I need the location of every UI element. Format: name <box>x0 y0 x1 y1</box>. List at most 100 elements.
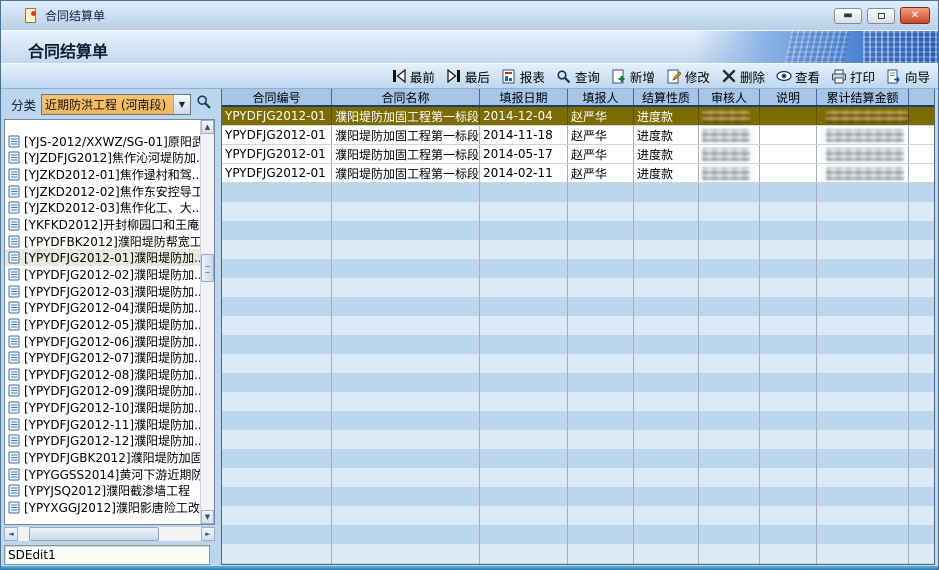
column-header[interactable]: 说明 <box>760 89 817 105</box>
empty-cell <box>909 297 934 316</box>
sidebar-item[interactable]: [YPYDFJG2012-11]濮阳堤防加.. <box>5 416 200 433</box>
empty-cell <box>634 297 699 316</box>
empty-cell <box>699 221 760 240</box>
sidebar-item[interactable]: [YPYDFJGBK2012]濮阳堤防加固. <box>5 449 200 466</box>
sidebar-item[interactable]: [YJZDFJG2012]焦作沁河堤防加.. <box>5 150 200 167</box>
scroll-down-icon[interactable]: ▼ <box>201 510 214 524</box>
toolbar-button-delete[interactable]: 删除 <box>721 67 765 86</box>
toolbar-button-query[interactable]: 查询 <box>556 67 600 86</box>
sidebar-item[interactable]: [YPYDFJG2012-10]濮阳堤防加.. <box>5 399 200 416</box>
empty-cell <box>568 468 634 487</box>
toolbar-button-last[interactable]: 最后 <box>446 67 490 86</box>
empty-table-row <box>222 392 934 411</box>
table-row[interactable]: YPYDFJG2012-01濮阳堤防加固工程第一标段2014-05-17赵严华进… <box>222 145 934 164</box>
empty-cell <box>699 487 760 506</box>
sidebar-item[interactable]: [YPYDFBK2012]濮阳堤防帮宽工程 <box>5 233 200 250</box>
empty-cell <box>222 506 332 525</box>
toolbar-button-wizard[interactable]: 向导 <box>886 67 930 86</box>
empty-cell <box>817 221 909 240</box>
minimize-button[interactable]: ▬ <box>834 8 862 24</box>
vertical-scrollbar[interactable]: ▲ ▼ <box>200 120 214 524</box>
toolbar-button-label: 修改 <box>685 67 710 86</box>
list-document-icon <box>8 434 21 447</box>
empty-cell <box>332 202 480 221</box>
sidebar-item[interactable]: [YPYDFJG2012-05]濮阳堤防加.. <box>5 316 200 333</box>
column-header[interactable]: 结算性质 <box>634 89 699 105</box>
sidebar-item[interactable]: [YJZKD2012-01]焦作逯村和驾.. <box>5 166 200 183</box>
empty-cell <box>634 411 699 430</box>
toolbar-button-view[interactable]: 查看 <box>776 67 820 86</box>
toolbar-button-print[interactable]: 打印 <box>831 67 875 86</box>
empty-cell <box>568 297 634 316</box>
empty-cell <box>480 240 568 259</box>
list-document-icon <box>8 318 21 331</box>
sidebar-item[interactable]: [YJZKD2012-03]焦作化工、大.. <box>5 200 200 217</box>
empty-cell <box>222 297 332 316</box>
toolbar-button-edit[interactable]: 修改 <box>666 67 710 86</box>
sidebar-item[interactable]: [YPYDFJG2012-09]濮阳堤防加.. <box>5 383 200 400</box>
maximize-button[interactable] <box>867 8 895 24</box>
sidebar-item[interactable]: [YPYGGSS2014]黄河下游近期防. <box>5 466 200 483</box>
empty-cell <box>332 430 480 449</box>
column-header[interactable]: 合同编号 <box>222 89 332 105</box>
table-row[interactable]: YPYDFJG2012-01濮阳堤防加固工程第一标段2014-02-11赵严华进… <box>222 164 934 183</box>
empty-cell <box>909 373 934 392</box>
table-row[interactable]: YPYDFJG2012-01濮阳堤防加固工程第一标段2014-11-18赵严华进… <box>222 126 934 145</box>
empty-cell <box>568 487 634 506</box>
sidebar-item-label: [YPYDFJG2012-01]濮阳堤防加.. <box>24 249 200 266</box>
sidebar-item[interactable]: [YPYDFJG2012-07]濮阳堤防加.. <box>5 349 200 366</box>
sidebar-item-label: [YPYDFJG2012-10]濮阳堤防加.. <box>24 399 200 416</box>
chevron-down-icon[interactable]: ▼ <box>173 95 190 114</box>
scroll-up-icon[interactable]: ▲ <box>201 120 214 134</box>
sidebar-item[interactable]: [YJZKD2012-02]焦作东安控导工 <box>5 183 200 200</box>
scroll-right-icon[interactable]: ► <box>201 527 215 541</box>
empty-cell <box>480 487 568 506</box>
horizontal-scroll-thumb[interactable] <box>29 527 159 541</box>
redacted-value <box>702 110 750 123</box>
table-cell: 濮阳堤防加固工程第一标段 <box>332 164 480 182</box>
sidebar-item[interactable]: [YPYDFJG2012-03]濮阳堤防加.. <box>5 283 200 300</box>
column-header[interactable]: 填报人 <box>568 89 634 105</box>
empty-cell <box>480 354 568 373</box>
horizontal-scrollbar[interactable]: ◄ ► <box>4 527 215 541</box>
empty-cell <box>568 544 634 563</box>
close-button[interactable]: ✕ <box>900 7 930 24</box>
vertical-scroll-thumb[interactable] <box>201 254 214 282</box>
list-document-icon <box>8 185 21 198</box>
sidebar-item[interactable]: [YPYDFJG2012-01]濮阳堤防加.. <box>5 249 200 266</box>
delete-icon <box>721 68 737 84</box>
first-icon <box>391 68 407 84</box>
list-document-icon <box>8 201 21 214</box>
empty-cell <box>222 544 332 563</box>
sidebar-item[interactable]: [YJS-2012/XXWZ/SG-01]原阳武.. <box>5 133 200 150</box>
sidebar-item[interactable]: [YPYXGGJ2012]濮阳影唐险工改. <box>5 499 200 516</box>
category-search-button[interactable] <box>193 93 215 115</box>
vertical-scroll-track[interactable] <box>201 134 214 510</box>
column-header[interactable]: 累计结算金额 <box>817 89 909 105</box>
sidebar-item[interactable]: [YPYDFJG2012-08]濮阳堤防加.. <box>5 366 200 383</box>
sidebar-item[interactable]: [YPYDFJG2012-06]濮阳堤防加.. <box>5 333 200 350</box>
query-icon <box>556 68 572 84</box>
empty-cell <box>760 240 817 259</box>
toolbar-button-new[interactable]: 新增 <box>611 67 655 86</box>
sdedit-field[interactable]: SDEdit1 <box>4 545 210 565</box>
table-row[interactable]: YPYDFJG2012-01濮阳堤防加固工程第一标段2014-12-04赵严华进… <box>222 107 934 126</box>
sidebar-item[interactable]: [YPYJSQ2012]濮阳截渗墙工程 <box>5 482 200 499</box>
sidebar-item-label: [YPYDFJG2012-09]濮阳堤防加.. <box>24 383 200 400</box>
column-header[interactable]: 填报日期 <box>480 89 568 105</box>
empty-cell <box>332 183 480 202</box>
column-header[interactable]: 审核人 <box>699 89 760 105</box>
empty-cell <box>909 411 934 430</box>
sidebar-item[interactable]: [YKFKD2012]开封柳园口和王庵.. <box>5 216 200 233</box>
sidebar-item[interactable]: [YPYDFJG2012-04]濮阳堤防加.. <box>5 299 200 316</box>
scroll-left-icon[interactable]: ◄ <box>4 527 18 541</box>
redacted-value <box>826 129 904 142</box>
sidebar-item[interactable]: [YPYDFJG2012-12]濮阳堤防加.. <box>5 433 200 450</box>
sidebar-item[interactable]: [YPYDFJG2012-02]濮阳堤防加.. <box>5 266 200 283</box>
horizontal-scroll-track[interactable] <box>18 527 201 541</box>
toolbar-button-first[interactable]: 最前 <box>391 67 435 86</box>
list-document-icon <box>8 235 21 248</box>
category-dropdown[interactable]: 近期防洪工程 (河南段) ▼ <box>41 94 191 115</box>
column-header[interactable]: 合同名称 <box>332 89 480 105</box>
toolbar-button-report[interactable]: 报表 <box>501 67 545 86</box>
